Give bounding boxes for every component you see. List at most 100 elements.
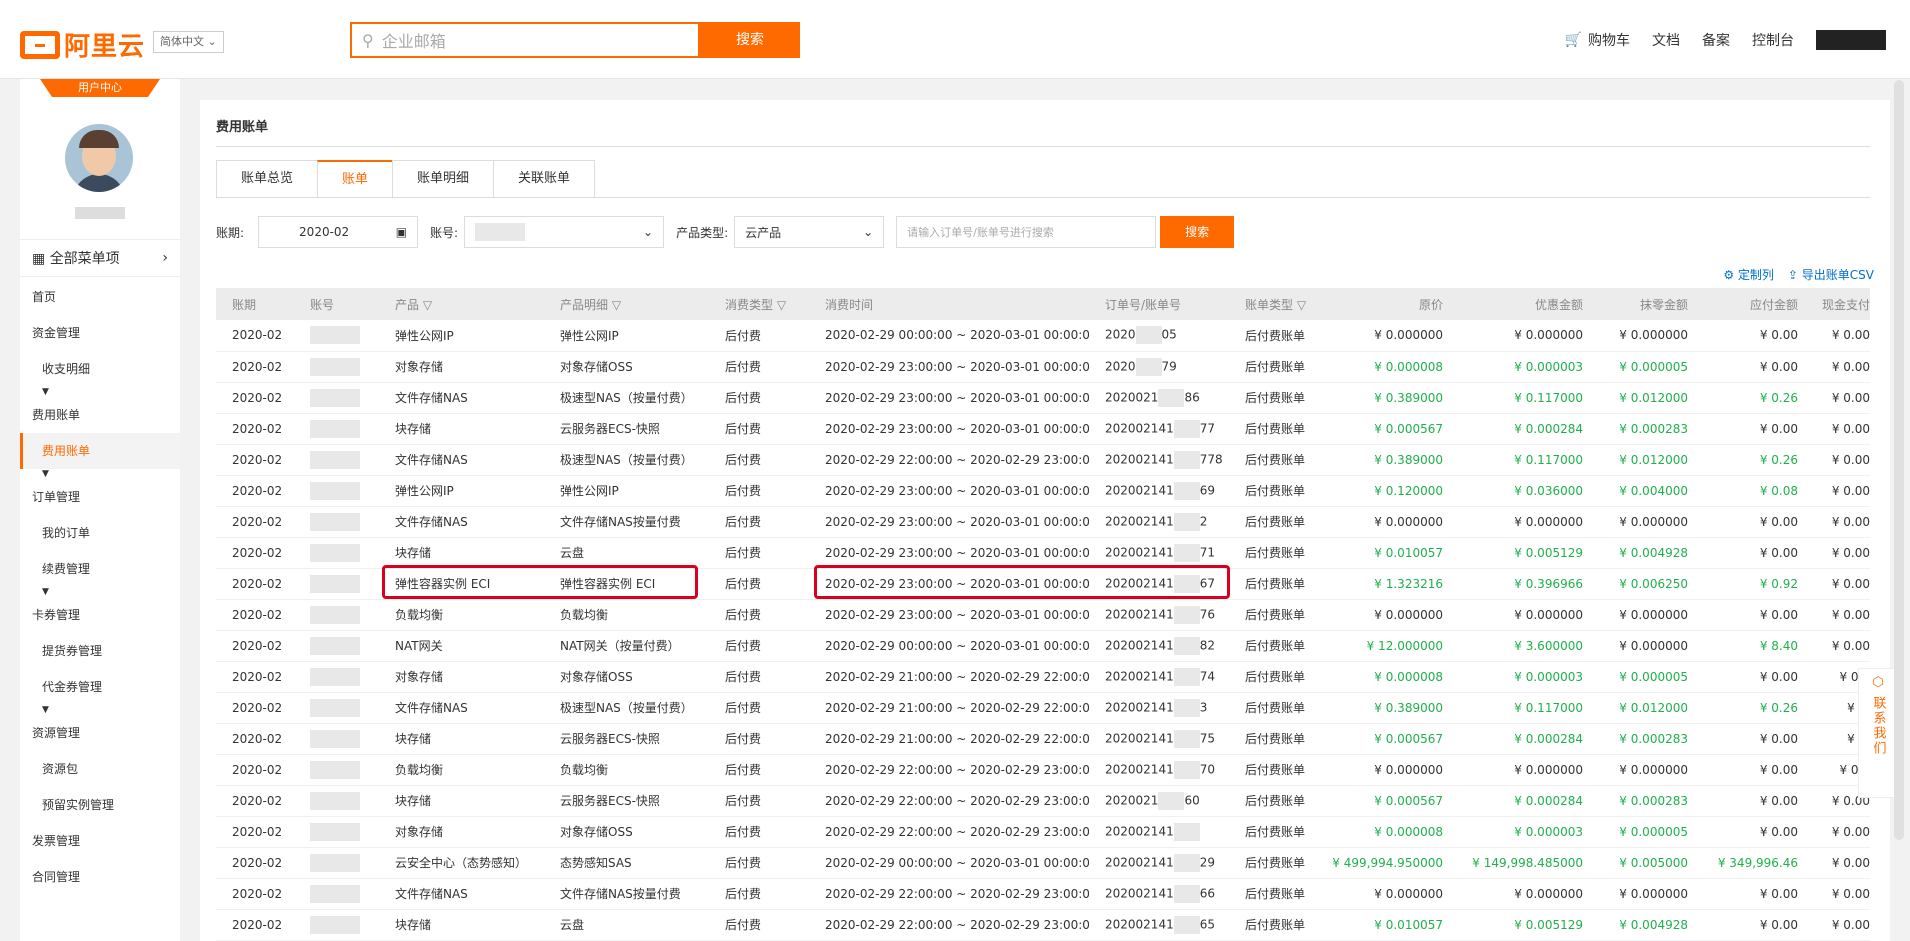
chevron-right-icon: ›: [162, 250, 168, 266]
column-header[interactable]: 消费时间: [809, 288, 1089, 320]
table-cell: ¥ 0.000003: [1514, 824, 1583, 839]
table-cell: 后付费账单: [1245, 577, 1306, 591]
expand-toggle-icon[interactable]: ▼: [20, 705, 180, 715]
table-cell: ¥ 0.000000: [1619, 328, 1688, 343]
sidebar-item[interactable]: 代金券管理: [20, 669, 180, 705]
table-cell: 文件存储NAS: [395, 453, 468, 467]
table-cell: 2020-02-29 23:00:00 ~ 2020-03-01 00:00:0…: [825, 607, 1089, 622]
search-placeholder: 企业邮箱: [381, 32, 446, 51]
table-cell: 202002141 74: [1089, 661, 1229, 692]
table-cell: ¥ 0.00: [1759, 886, 1798, 901]
sidebar-item[interactable]: 我的订单: [20, 515, 180, 551]
search-button[interactable]: 搜索: [700, 22, 800, 58]
order-masked: [1173, 605, 1200, 624]
customize-columns-label: 定制列: [1737, 268, 1774, 282]
customize-columns-button[interactable]: ⚙ 定制列: [1723, 266, 1774, 283]
table-cell: 后付费账单: [1245, 484, 1306, 498]
sidebar-item[interactable]: 费用账单: [20, 433, 180, 469]
column-header[interactable]: 产品明细 ▽: [544, 288, 709, 320]
column-header-label: 产品: [395, 297, 420, 312]
icp-filing-link[interactable]: 备案: [1702, 30, 1730, 50]
period-value: 2020-02: [299, 225, 350, 239]
cart-link[interactable]: 🛒 购物车: [1565, 30, 1630, 50]
order-masked: [1173, 853, 1200, 872]
table-cell: ¥ 0.000000: [1619, 514, 1688, 529]
table-row: 2020-02 文件存储NAS 极速型NAS（按量付费） 后付费 2020-02-29 …: [216, 692, 1870, 723]
order-suffix: 82: [1199, 638, 1215, 652]
docs-link[interactable]: 文档: [1652, 30, 1680, 50]
tab-item[interactable]: 账单总览: [216, 160, 319, 198]
chat-icon: ⬡: [1872, 675, 1884, 690]
expand-toggle-icon[interactable]: ▼: [20, 469, 180, 479]
column-header[interactable]: 优惠金额: [1449, 288, 1589, 320]
column-header[interactable]: 消费类型 ▽: [709, 288, 809, 320]
table-cell: 块存储: [395, 732, 432, 746]
contact-us-button[interactable]: ⬡ 联系我们: [1858, 668, 1898, 798]
table-cell: 块存储: [395, 794, 432, 808]
column-header[interactable]: 抹零金额: [1589, 288, 1694, 320]
period-picker[interactable]: 2020-02 ▣: [258, 216, 419, 248]
filter-icon[interactable]: ▽: [1293, 298, 1306, 312]
column-header[interactable]: 应付金额: [1694, 288, 1804, 320]
account-masked: [310, 729, 360, 748]
order-prefix: 202002141: [1105, 700, 1174, 714]
sidebar-item[interactable]: 资源包: [20, 751, 180, 787]
table-cell: [294, 816, 379, 847]
filter-icon[interactable]: ▽: [773, 298, 786, 312]
product-type-select[interactable]: 云产品 ⌄: [734, 216, 885, 248]
column-header[interactable]: 现金支付: [1804, 288, 1870, 320]
column-header[interactable]: 账期: [216, 288, 294, 320]
column-header[interactable]: 原价: [1329, 288, 1449, 320]
export-csv-label: 导出账单CSV: [1801, 268, 1874, 282]
aliyun-logo[interactable]: 阿里云: [20, 26, 145, 63]
column-header[interactable]: 订单号/账单号: [1089, 288, 1229, 320]
sidebar-item[interactable]: 续费管理: [20, 551, 180, 587]
table-cell: 后付费: [725, 328, 762, 343]
order-masked: [1173, 450, 1200, 469]
tab-item[interactable]: 账单明细: [392, 160, 495, 198]
account-select[interactable]: ⌄: [464, 216, 665, 248]
export-csv-button[interactable]: ⇪ 导出账单CSV: [1788, 266, 1874, 283]
sidebar-item[interactable]: 预留实例管理: [20, 787, 180, 823]
avatar[interactable]: [65, 124, 133, 192]
expand-toggle-icon[interactable]: ▼: [20, 387, 180, 397]
table-cell: ¥ 3.600000: [1514, 638, 1583, 653]
user-account-masked[interactable]: [1816, 30, 1886, 50]
tab-item[interactable]: 关联账单: [493, 160, 596, 198]
console-link[interactable]: 控制台: [1752, 30, 1794, 50]
page-scrollbar[interactable]: [1894, 80, 1904, 840]
table-cell: ¥ 0.00: [1831, 421, 1870, 436]
expand-toggle-icon[interactable]: ▼: [20, 587, 180, 597]
tab-item[interactable]: 账单: [317, 160, 394, 198]
account-masked: [310, 357, 360, 376]
table-cell: ¥ 0.00: [1831, 390, 1870, 405]
column-header[interactable]: 产品 ▽: [379, 288, 544, 320]
search-input[interactable]: ⚲ 企业邮箱: [350, 22, 700, 58]
language-selector[interactable]: 简体中文 ⌄: [153, 31, 224, 53]
filter-search-button[interactable]: 搜索: [1160, 216, 1235, 248]
table-cell: 极速型NAS（按量付费）: [560, 391, 693, 405]
all-menu-label: 全部菜单项: [49, 251, 120, 267]
table-cell: 2020-02: [232, 824, 283, 839]
table-cell: [294, 909, 379, 940]
filter-icon[interactable]: ▽: [419, 298, 432, 312]
table-row: 2020-02 块存储 云服务器ECS-快照 后付费 2020-02-29 22:00:…: [216, 785, 1870, 816]
account-masked: [310, 760, 360, 779]
filter-icon[interactable]: ▽: [608, 298, 621, 312]
table-cell: 块存储: [395, 422, 432, 436]
order-suffix: 65: [1199, 917, 1215, 931]
column-header[interactable]: 账单类型 ▽: [1229, 288, 1329, 320]
sidebar-item[interactable]: 提货券管理: [20, 633, 180, 669]
all-menu-button[interactable]: ▦ 全部菜单项 ›: [20, 239, 180, 277]
sidebar-item[interactable]: 收支明细: [20, 351, 180, 387]
username-masked: [75, 207, 125, 219]
table-cell: 后付费: [725, 391, 762, 405]
table-cell: ¥ 0.00: [1831, 514, 1870, 529]
table-cell: ¥ 0.005000: [1619, 855, 1688, 870]
table-cell: [294, 351, 379, 382]
table-cell: 2020-02: [232, 607, 283, 622]
order-search-input[interactable]: 请输入订单号/账单号进行搜索: [896, 216, 1157, 248]
column-header[interactable]: 账号: [294, 288, 379, 320]
table-cell: ¥ 0.005129: [1514, 917, 1583, 932]
table-cell: 后付费账单: [1245, 453, 1306, 467]
